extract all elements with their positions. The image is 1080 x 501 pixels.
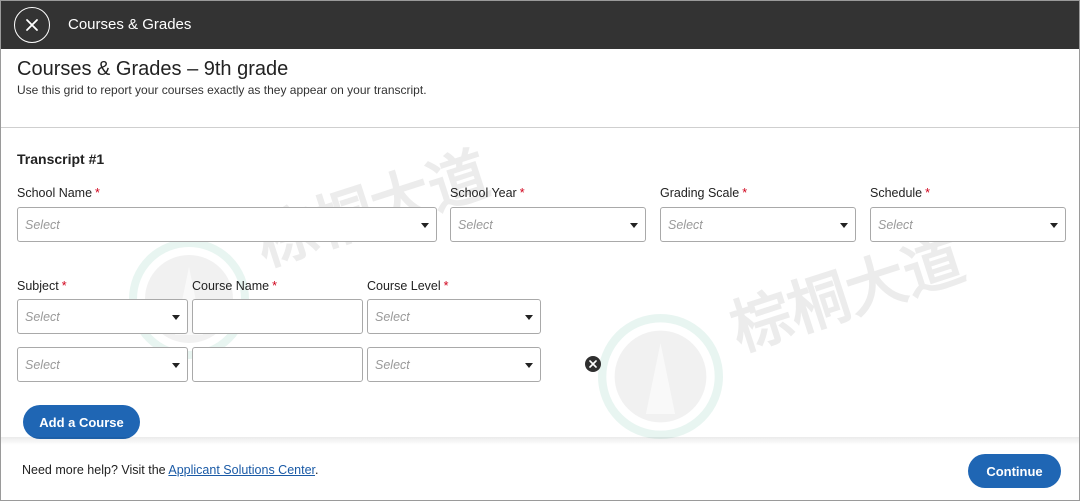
transcript-title: Transcript #1	[17, 151, 105, 167]
course-name-input[interactable]	[192, 347, 363, 382]
course-name-label-text: Course Name	[192, 279, 270, 293]
header-divider	[1, 127, 1079, 128]
course-level-select[interactable]: Select	[367, 299, 541, 334]
school-name-select[interactable]: Select	[17, 207, 437, 242]
required-marker: *	[95, 186, 100, 200]
chevron-down-icon	[525, 363, 533, 368]
schedule-placeholder: Select	[878, 218, 913, 232]
required-marker: *	[742, 186, 748, 200]
subject-select[interactable]: Select	[17, 299, 188, 334]
course-name-label: Course Name *	[192, 279, 277, 293]
close-button[interactable]	[14, 7, 50, 43]
subject-label-text: Subject	[17, 279, 59, 293]
grading-scale-placeholder: Select	[668, 218, 703, 232]
continue-button[interactable]: Continue	[968, 454, 1061, 488]
footer-divider	[1, 437, 1079, 445]
school-year-select[interactable]: Select	[450, 207, 646, 242]
school-year-label: School Year *	[450, 186, 525, 200]
remove-icon	[589, 360, 597, 368]
course-level-placeholder: Select	[375, 358, 410, 372]
schedule-select[interactable]: Select	[870, 207, 1066, 242]
help-text-prefix: Need more help? Visit the	[22, 463, 169, 477]
schedule-label-text: Schedule	[870, 186, 923, 200]
grading-scale-label: Grading Scale *	[660, 186, 747, 200]
page-title: Courses & Grades – 9th grade	[17, 58, 289, 80]
chevron-down-icon	[630, 223, 638, 228]
chevron-down-icon	[172, 315, 180, 320]
chevron-down-icon	[525, 315, 533, 320]
grading-scale-label-text: Grading Scale	[660, 186, 740, 200]
help-text-suffix: .	[315, 463, 319, 477]
course-level-label: Course Level *	[367, 279, 449, 293]
chevron-down-icon	[840, 223, 848, 228]
subject-label: Subject *	[17, 279, 67, 293]
chevron-down-icon	[421, 223, 429, 228]
required-marker: *	[925, 186, 930, 200]
school-name-placeholder: Select	[25, 218, 60, 232]
course-level-placeholder: Select	[375, 310, 410, 324]
required-marker: *	[443, 279, 449, 293]
top-bar: Courses & Grades	[1, 1, 1079, 49]
close-icon	[26, 19, 38, 31]
remove-course-button[interactable]	[585, 356, 601, 372]
required-marker: *	[519, 186, 525, 200]
course-name-input[interactable]	[192, 299, 363, 334]
school-year-placeholder: Select	[458, 218, 493, 232]
page-subtitle: Use this grid to report your courses exa…	[17, 83, 427, 97]
required-marker: *	[61, 279, 67, 293]
required-marker: *	[272, 279, 277, 293]
watermark-text: 棕桐大道	[243, 126, 498, 283]
subject-placeholder: Select	[25, 358, 60, 372]
top-bar-title: Courses & Grades	[68, 16, 192, 33]
add-course-button[interactable]: Add a Course	[23, 405, 140, 439]
school-year-label-text: School Year	[450, 186, 517, 200]
schedule-label: Schedule *	[870, 186, 930, 200]
chevron-down-icon	[1050, 223, 1058, 228]
chevron-down-icon	[172, 363, 180, 368]
school-name-label-text: School Name	[17, 186, 93, 200]
courses-grades-dialog: Courses & Grades Courses & Grades – 9th …	[0, 0, 1080, 501]
course-level-label-text: Course Level	[367, 279, 441, 293]
applicant-solutions-center-link[interactable]: Applicant Solutions Center	[168, 463, 315, 477]
help-text: Need more help? Visit the Applicant Solu…	[22, 463, 319, 477]
school-name-label: School Name *	[17, 186, 100, 200]
course-level-select[interactable]: Select	[367, 347, 541, 382]
subject-placeholder: Select	[25, 310, 60, 324]
watermark-logo-icon	[598, 314, 723, 439]
subject-select[interactable]: Select	[17, 347, 188, 382]
grading-scale-select[interactable]: Select	[660, 207, 856, 242]
